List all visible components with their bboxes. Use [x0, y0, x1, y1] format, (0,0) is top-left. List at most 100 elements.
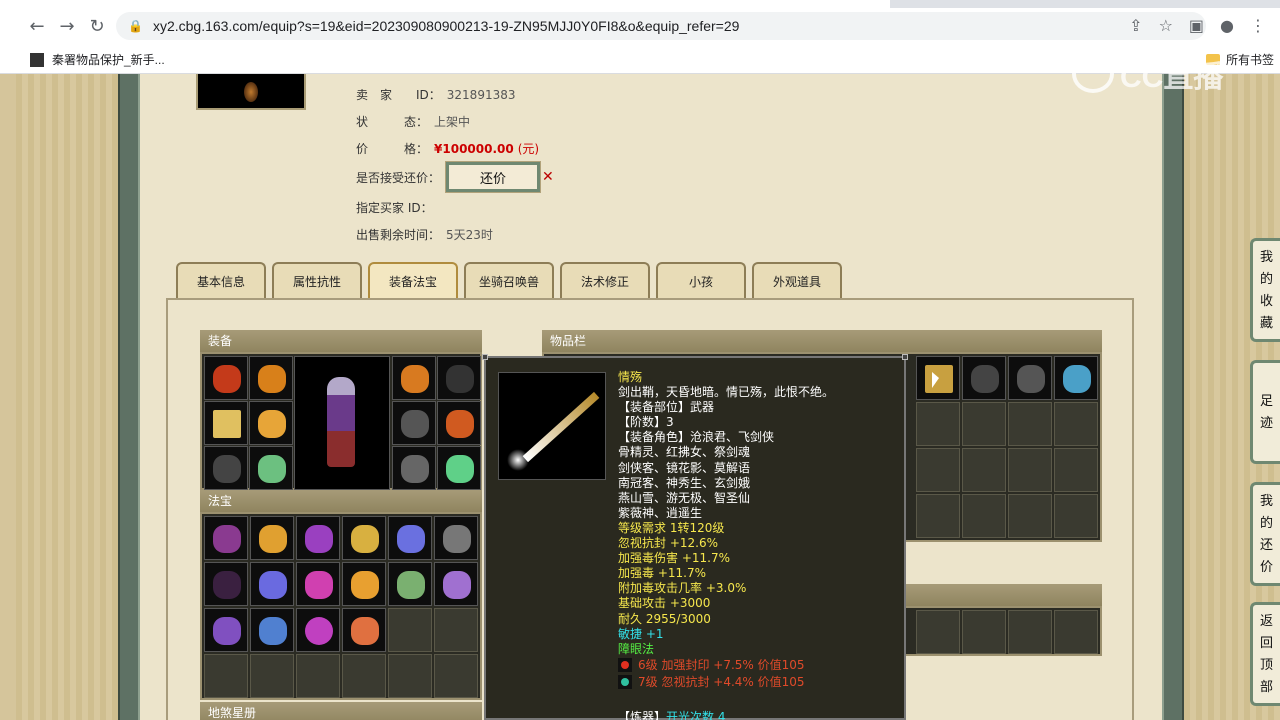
fabao-slot[interactable]: [250, 608, 294, 652]
tab-mounts[interactable]: 坐骑召唤兽: [464, 262, 554, 298]
equip-grid: [200, 352, 482, 490]
side-button-label: 足迹: [1259, 394, 1273, 431]
item-slot-empty[interactable]: [962, 402, 1006, 446]
tab-attributes[interactable]: 属性抗性: [272, 262, 362, 298]
fabao-slot-empty[interactable]: [250, 654, 294, 698]
fabao-slot[interactable]: [388, 516, 432, 560]
item-slot[interactable]: [1054, 356, 1098, 400]
fabao-slot-empty[interactable]: [296, 654, 340, 698]
fabao-slot[interactable]: [388, 562, 432, 606]
item-slot-empty[interactable]: [962, 448, 1006, 492]
address-bar[interactable]: 🔒 xy2.cbg.163.com/equip?s=19&eid=2023090…: [116, 12, 1206, 40]
item-slot-empty[interactable]: [962, 494, 1006, 538]
equip-slot[interactable]: [392, 446, 436, 490]
close-x-icon[interactable]: ✕: [542, 169, 554, 185]
profile-icon[interactable]: ●: [1220, 16, 1234, 35]
back-to-top-button[interactable]: 返回顶部: [1250, 602, 1280, 706]
item-slot-empty[interactable]: [916, 402, 960, 446]
item-slot-empty[interactable]: [1054, 448, 1098, 492]
equip-slot[interactable]: [437, 401, 481, 445]
fabao-slot[interactable]: [296, 516, 340, 560]
fabao-slot[interactable]: [342, 608, 386, 652]
browser-active-tab[interactable]: [0, 0, 890, 8]
tab-appearance[interactable]: 外观道具: [752, 262, 842, 298]
equip-slot[interactable]: [249, 446, 293, 490]
item-tier: 【阶数】3: [618, 415, 674, 430]
watermark-logo-icon: [1072, 55, 1114, 93]
forward-arrow-icon[interactable]: →: [52, 16, 82, 37]
fabao-slot-empty[interactable]: [434, 608, 478, 652]
tooltip-corner: [482, 354, 488, 360]
item-skill: 障眼法: [618, 641, 655, 656]
my-favorites-button[interactable]: 我的收藏: [1250, 238, 1280, 342]
tab-spells[interactable]: 法术修正: [560, 262, 650, 298]
back-arrow-icon[interactable]: ←: [22, 16, 52, 37]
fabao-slot[interactable]: [250, 516, 294, 560]
fabao-slot-empty[interactable]: [388, 608, 432, 652]
fabao-slot[interactable]: [296, 608, 340, 652]
side-button-label: 我的收藏: [1259, 250, 1273, 331]
tab-child[interactable]: 小孩: [656, 262, 746, 298]
price-unit: (元): [517, 142, 540, 156]
fabao-slot[interactable]: [342, 562, 386, 606]
fabao-slot[interactable]: [342, 516, 386, 560]
treasure-icon: [351, 617, 379, 645]
storage-slot-empty[interactable]: [962, 610, 1006, 654]
fabao-slot-empty[interactable]: [388, 654, 432, 698]
equip-slot[interactable]: [204, 446, 248, 490]
equip-slot[interactable]: [392, 356, 436, 400]
fabao-slot[interactable]: [434, 562, 478, 606]
storage-slot-empty[interactable]: [916, 610, 960, 654]
item-slot-empty[interactable]: [916, 448, 960, 492]
fabao-slot[interactable]: [204, 608, 248, 652]
fabao-slot-empty[interactable]: [204, 654, 248, 698]
item-slot-empty[interactable]: [1008, 402, 1052, 446]
fabao-slot[interactable]: [434, 516, 478, 560]
item-slot[interactable]: [1008, 356, 1052, 400]
url-text: xy2.cbg.163.com/equip?s=19&eid=202309080…: [152, 18, 740, 34]
equip-slot[interactable]: [204, 356, 248, 400]
side-button-label: 返回顶部: [1259, 614, 1273, 695]
menu-icon[interactable]: ⋮: [1250, 16, 1266, 35]
counter-offer-button[interactable]: 还价: [446, 162, 541, 192]
footprints-button[interactable]: 足迹: [1250, 360, 1280, 464]
equip-slot[interactable]: [249, 401, 293, 445]
fabao-slot[interactable]: [296, 562, 340, 606]
my-counter-offers-button[interactable]: 我的还价: [1250, 482, 1280, 586]
item-slot-empty[interactable]: [1008, 448, 1052, 492]
sidebar-icon[interactable]: ▣: [1189, 16, 1204, 35]
fabao-grid: [200, 512, 482, 700]
tab-basic[interactable]: 基本信息: [176, 262, 266, 298]
bookmark-label: 秦署物品保护_新手...: [52, 53, 165, 67]
refine-line: 【炼器】开光次数 4: [618, 708, 725, 720]
fabao-slot-empty[interactable]: [342, 654, 386, 698]
storage-slot-empty[interactable]: [1054, 610, 1098, 654]
storage-slot-empty[interactable]: [1008, 610, 1052, 654]
refine-value: 开光次数 4: [666, 710, 726, 720]
side-button-label: 我的还价: [1259, 494, 1273, 575]
price-value: ¥100000.00: [434, 141, 514, 156]
equip-slot[interactable]: [249, 356, 293, 400]
tab-equipment[interactable]: 装备法宝: [368, 262, 458, 298]
equip-slot[interactable]: [437, 356, 481, 400]
share-icon[interactable]: ⇪: [1129, 16, 1142, 35]
item-slot-empty[interactable]: [1054, 494, 1098, 538]
equip-slot[interactable]: [437, 446, 481, 490]
item-slot-empty[interactable]: [1054, 402, 1098, 446]
fabao-slot-empty[interactable]: [434, 654, 478, 698]
treasure-icon: [213, 571, 241, 599]
item-slot-empty[interactable]: [1008, 494, 1052, 538]
item-slot[interactable]: [962, 356, 1006, 400]
buyer-row: 指定买家 ID：: [356, 199, 433, 216]
star-icon[interactable]: ☆: [1159, 16, 1173, 35]
bookmark-item[interactable]: 秦署物品保护_新手...: [30, 51, 165, 68]
boots-icon: [258, 455, 286, 483]
reload-icon[interactable]: ↻: [82, 16, 112, 37]
fabao-slot[interactable]: [204, 562, 248, 606]
equip-slot[interactable]: [204, 401, 248, 445]
fabao-slot[interactable]: [250, 562, 294, 606]
buyer-label: 指定买家 ID：: [356, 201, 433, 215]
equip-slot[interactable]: [392, 401, 436, 445]
item-slot-empty[interactable]: [916, 494, 960, 538]
fabao-slot[interactable]: [204, 516, 248, 560]
